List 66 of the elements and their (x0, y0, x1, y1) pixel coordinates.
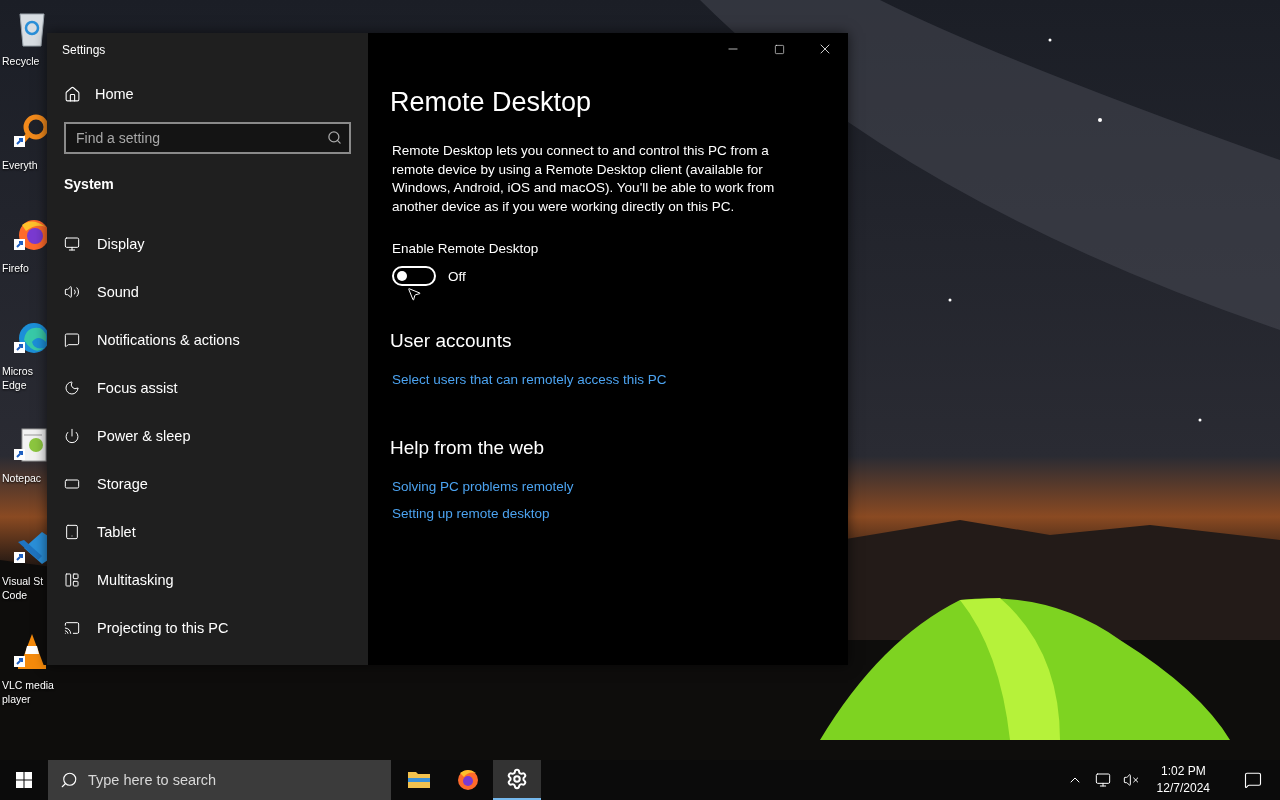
home-label: Home (95, 86, 134, 102)
home-icon (64, 85, 81, 103)
display-icon (64, 236, 80, 252)
folder-icon (407, 769, 431, 789)
notifications-icon (1244, 771, 1262, 789)
desktop-icon-label[interactable]: Notepac (2, 471, 42, 485)
time: 1:02 PM (1160, 763, 1206, 780)
sidebar-item[interactable]: Storage (47, 460, 368, 508)
section-heading: Help from the web (390, 437, 545, 459)
sidebar-item-label: Power & sleep (97, 428, 191, 444)
sidebar-item[interactable]: Sound (47, 268, 368, 316)
sidebar-item-label: Projecting to this PC (97, 620, 229, 636)
taskbar-search-field[interactable]: Type here to search (48, 760, 391, 800)
sidebar-item[interactable]: Display (47, 220, 368, 268)
moon-icon (64, 380, 80, 396)
sidebar-item[interactable]: Notifications & actions (47, 316, 368, 364)
section-heading: System (63, 176, 115, 192)
search-icon (60, 771, 78, 789)
clock[interactable]: 1:02 PM 12/7/2024 (1148, 763, 1218, 797)
mouse-pointer-icon (406, 286, 422, 302)
storage-icon (64, 476, 80, 492)
tablet-icon (64, 524, 80, 540)
muted-speaker-icon (1122, 772, 1139, 788)
desktop-icon-label[interactable]: Micros Edge (2, 364, 33, 392)
sidebar-item[interactable]: Projecting to this PC (47, 604, 368, 652)
sidebar-item-label: Notifications & actions (97, 332, 240, 348)
section-heading: User accounts (390, 330, 512, 352)
projecting-icon (64, 620, 80, 636)
speaker-icon (64, 284, 80, 300)
desktop-icon-label[interactable]: Everyth (2, 158, 38, 172)
toggle-state: Off (448, 268, 466, 284)
desktop-icon-label[interactable]: Firefo (2, 261, 29, 275)
windows-logo-icon (16, 772, 32, 788)
sidebar-item-label: Focus assist (97, 380, 178, 396)
settings-icon (506, 768, 528, 790)
date: 12/7/2024 (1156, 780, 1210, 797)
sidebar-item-label: Storage (97, 476, 148, 492)
sidebar-item-label: Tablet (97, 524, 136, 540)
search-icon (327, 130, 342, 145)
sidebar-item-label: Multitasking (97, 572, 174, 588)
window-title: Settings (61, 42, 107, 59)
desktop-icon-label[interactable]: Visual St Code (2, 574, 44, 602)
home-nav-item[interactable]: Home (47, 72, 368, 116)
sidebar-item[interactable]: Power & sleep (47, 412, 368, 460)
page-title: Remote Desktop (390, 87, 592, 118)
desktop-icon-label[interactable]: Recycle (2, 54, 40, 68)
search-field[interactable]: Find a setting (64, 122, 351, 154)
sidebar-item[interactable]: Focus assist (47, 364, 368, 412)
link[interactable]: Solving PC problems remotely (392, 479, 574, 494)
taskbar-app-button[interactable] (493, 760, 541, 800)
sidebar-item-label: Display (97, 236, 145, 252)
link[interactable]: Select users that can remotely access this PC (392, 372, 667, 387)
maximize-icon (773, 43, 785, 55)
desktop-icon-label[interactable]: VLC media player (2, 678, 54, 706)
link[interactable]: Setting up remote desktop (392, 506, 550, 521)
power-icon (64, 428, 80, 444)
sidebar-item[interactable]: Multitasking (47, 556, 368, 604)
message-icon (64, 332, 80, 348)
sidebar-item-label: Sound (97, 284, 139, 300)
sidebar-item[interactable]: Tablet (47, 508, 368, 556)
description: Remote Desktop lets you connect to and control this PC from a remote device by using a Remote Desktop client (available for Windows, Android, iOS and macOS). You'll be able to work from another device as if you were working directly on this PC. (391, 142, 776, 216)
browser-icon (456, 767, 480, 791)
multitasking-icon (64, 572, 80, 588)
toggle-switch[interactable] (392, 266, 436, 286)
network-icon (1094, 772, 1111, 788)
toggle-label: Enable Remote Desktop (392, 241, 539, 256)
